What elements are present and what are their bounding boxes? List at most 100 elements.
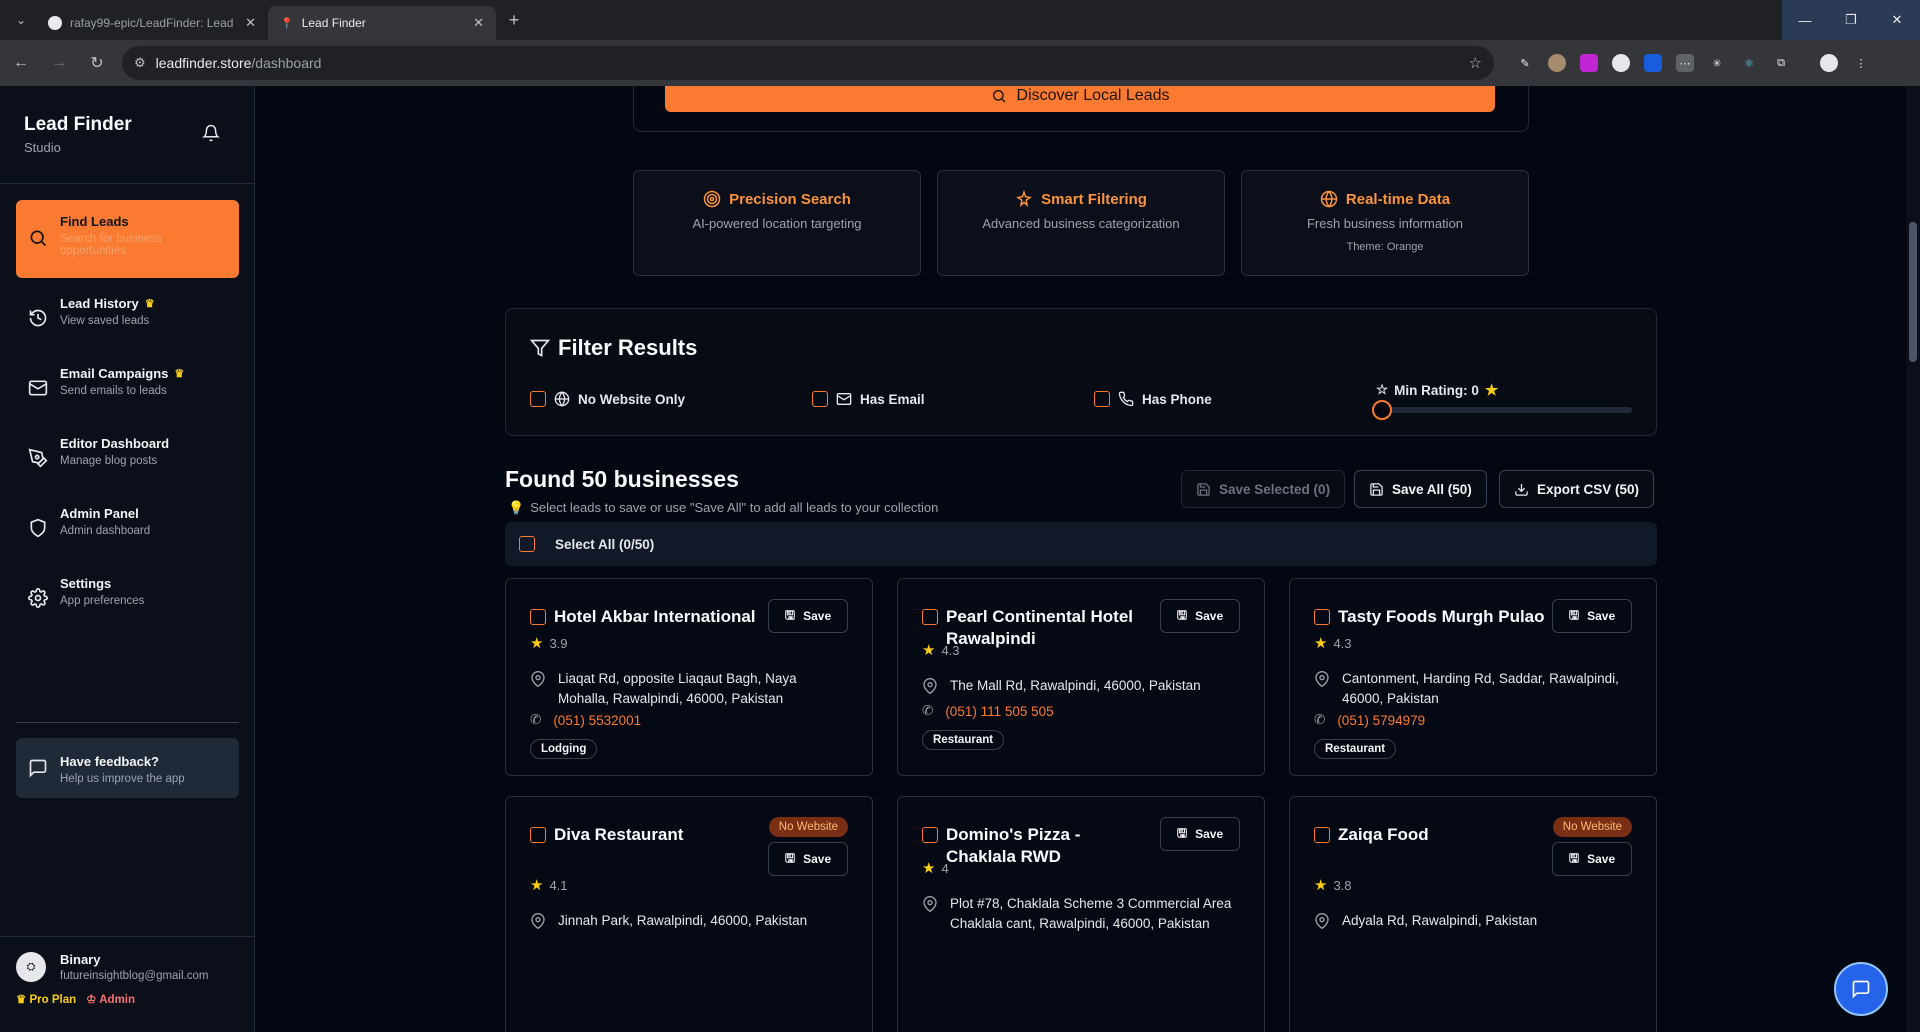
crown-icon: ♛ (144, 298, 155, 310)
tab-title: Lead Finder (301, 16, 366, 30)
react-icon[interactable]: ⚛ (1740, 54, 1758, 72)
sidebar-item-find-leads[interactable]: Find Leads Search for business opportuni… (16, 200, 239, 278)
discover-leads-button[interactable]: Discover Local Leads (665, 86, 1495, 112)
extension-globe-icon[interactable] (1612, 54, 1630, 72)
target-icon (703, 190, 721, 208)
star-icon: ★ (530, 635, 544, 652)
phone[interactable]: ✆ (051) 111 505 505 (922, 703, 1054, 719)
extension-face-icon[interactable] (1548, 54, 1566, 72)
restore-button[interactable]: ❐ (1828, 0, 1874, 40)
back-icon[interactable]: ← (4, 46, 38, 80)
profile-avatar-icon[interactable] (1820, 54, 1838, 72)
card-checkbox[interactable] (922, 609, 938, 625)
tab-search-icon[interactable]: ⌄ (6, 5, 36, 35)
reload-icon[interactable]: ↻ (80, 46, 114, 80)
category-tag: Restaurant (922, 730, 1005, 750)
rating-value: 3.8 (1333, 877, 1352, 893)
card-checkbox[interactable] (530, 827, 546, 843)
rating-value: 4.3 (941, 642, 960, 658)
save-button[interactable]: 🖫 Save (1160, 817, 1240, 851)
globe-icon (554, 391, 570, 407)
address-bar[interactable]: ⚙ leadfinder.store/dashboard ☆ (122, 46, 1494, 80)
phone[interactable]: ✆ (051) 5532001 (530, 712, 641, 728)
close-icon[interactable]: ✕ (473, 15, 484, 31)
feature-title-text: Precision Search (729, 190, 851, 208)
browser-tab-github[interactable]: rafay99-epic/LeadFinder: Lead ✕ (36, 6, 268, 40)
save-all-button[interactable]: Save All (50) (1354, 470, 1487, 508)
phone-text: (051) 5532001 (553, 712, 642, 728)
checkbox[interactable] (812, 391, 828, 407)
save-label: Save (803, 852, 832, 866)
select-all-checkbox[interactable] (519, 536, 535, 552)
save-button[interactable]: 🖫 Save (1552, 842, 1632, 876)
scrollbar-thumb[interactable] (1909, 222, 1917, 362)
sidebar-item-label: Email Campaigns ♛ (60, 366, 184, 381)
rating: ★ 4 (922, 859, 949, 877)
extension-purple-icon[interactable] (1580, 54, 1598, 72)
checkbox[interactable] (1094, 391, 1110, 407)
star-icon: ★ (1314, 877, 1328, 894)
minimize-button[interactable]: — (1782, 0, 1828, 40)
business-card: Pearl Continental Hotel Rawalpindi 🖫 Save… (897, 578, 1265, 776)
sidebar-item-email-campaigns[interactable]: Email Campaigns ♛ Send emails to leads (16, 352, 239, 418)
forward-icon[interactable]: → (42, 46, 76, 80)
browser-menu-icon[interactable]: ⋮ (1852, 54, 1870, 72)
sidebar: Lead Finder Studio Find Leads Search for… (0, 86, 255, 1032)
card-checkbox[interactable] (1314, 609, 1330, 625)
slider-thumb[interactable] (1372, 400, 1392, 420)
save-button[interactable]: 🖫 Save (768, 599, 848, 633)
save-button[interactable]: 🖫 Save (1160, 599, 1240, 633)
card-checkbox[interactable] (530, 609, 546, 625)
star-icon: ★ (922, 642, 936, 659)
sidebar-item-settings[interactable]: Settings App preferences (16, 562, 239, 628)
crown-icon: ♛ (174, 368, 185, 380)
extension-sun-icon[interactable]: ✳ (1708, 54, 1726, 72)
page-scrollbar[interactable] (1906, 86, 1920, 1032)
eyedropper-icon[interactable]: ✎ (1516, 54, 1534, 72)
address: Adyala Rd, Rawalpindi, Pakistan (1314, 911, 1614, 931)
feature-title: Precision Search (634, 190, 920, 208)
rating-value: 4.1 (549, 877, 568, 893)
feedback-label: Have feedback? (60, 754, 159, 769)
site-info-icon[interactable]: ⚙ (134, 55, 146, 71)
filter-has-phone[interactable]: Has Phone (1094, 391, 1212, 407)
sidebar-item-lead-history[interactable]: Lead History ♛ View saved leads (16, 282, 239, 348)
plan-text: Pro Plan (29, 994, 77, 1006)
close-icon[interactable]: ✕ (245, 15, 256, 31)
new-tab-button[interactable]: + (500, 6, 528, 34)
button-label: Save Selected (0) (1219, 481, 1331, 497)
bitwarden-icon[interactable] (1644, 54, 1662, 72)
download-icon (1515, 483, 1528, 496)
filter-no-website[interactable]: No Website Only (530, 391, 685, 407)
filter-has-email[interactable]: Has Email (812, 391, 925, 407)
browser-tab-leadfinder[interactable]: 📍 Lead Finder ✕ (268, 6, 496, 40)
hint-text: Select leads to save or use "Save All" t… (530, 500, 939, 515)
bookmark-star-icon[interactable]: ☆ (1469, 54, 1482, 72)
close-window-button[interactable]: ✕ (1874, 0, 1920, 40)
extension-dots-icon[interactable]: ⋯ (1676, 54, 1694, 72)
no-website-badge: No Website (768, 817, 848, 837)
checkbox[interactable] (530, 391, 546, 407)
save-icon (1197, 482, 1210, 496)
address-text: Adyala Rd, Rawalpindi, Pakistan (1342, 913, 1538, 928)
category-tag: Restaurant (1314, 739, 1397, 759)
category-tag: Lodging (530, 739, 598, 759)
search-icon (30, 230, 47, 247)
sidebar-item-editor-dashboard[interactable]: Editor Dashboard Manage blog posts (16, 422, 239, 488)
phone[interactable]: ✆ (051) 5794979 (1314, 712, 1425, 728)
feedback-button[interactable]: Have feedback? Help us improve the app (16, 738, 239, 798)
save-selected-button[interactable]: Save Selected (0) (1181, 470, 1346, 508)
bell-icon[interactable] (202, 124, 220, 142)
export-csv-button[interactable]: Export CSV (50) (1499, 470, 1655, 508)
card-checkbox[interactable] (922, 827, 938, 843)
min-rating-slider[interactable] (1380, 407, 1632, 413)
save-button[interactable]: 🖫 Save (768, 842, 848, 876)
select-all-bar[interactable]: Select All (0/50) (505, 522, 1657, 566)
star-icon: ★ (922, 860, 936, 877)
card-checkbox[interactable] (1314, 827, 1330, 843)
no-website-badge: No Website (1552, 817, 1632, 837)
puzzle-icon[interactable]: ⧉ (1772, 54, 1790, 72)
save-button[interactable]: 🖫 Save (1552, 599, 1632, 633)
chat-button[interactable] (1834, 962, 1888, 1016)
sidebar-item-admin-panel[interactable]: Admin Panel Admin dashboard (16, 492, 239, 558)
